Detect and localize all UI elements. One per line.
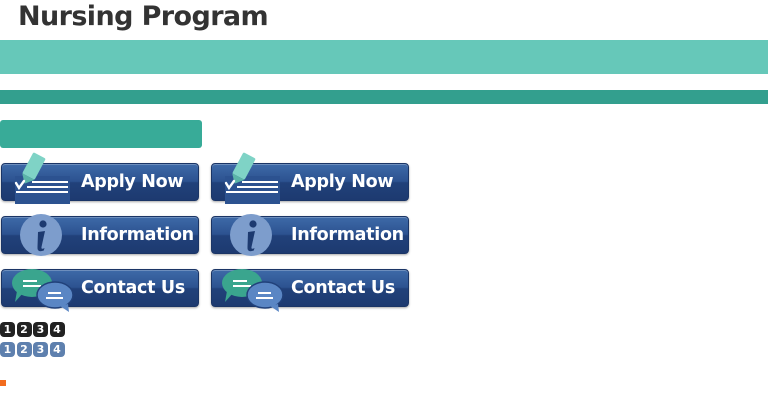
pencil-document-icon — [224, 152, 280, 204]
pencil-document-icon — [14, 152, 70, 204]
page-1-button[interactable]: 1 — [0, 342, 15, 357]
page-2-button[interactable]: 2 — [16, 322, 32, 337]
chat-bubbles-icon — [222, 269, 284, 312]
pagination-blue: 1 2 3 4 — [0, 342, 65, 357]
pagination-dark: 1 2 3 4 — [0, 322, 65, 337]
page-4-button[interactable]: 4 — [49, 322, 65, 337]
chat-bubbles-icon — [12, 269, 74, 312]
apply-now-label: Apply Now — [291, 172, 394, 192]
page-3-button[interactable]: 3 — [33, 322, 48, 337]
info-icon — [20, 214, 62, 256]
contact-us-button-alt[interactable]: Contact Us — [211, 269, 409, 312]
page-2-button[interactable]: 2 — [16, 342, 32, 357]
page-title: Nursing Program — [18, 1, 269, 32]
info-icon — [230, 214, 272, 256]
page-4-button[interactable]: 4 — [49, 342, 65, 357]
page-1-button[interactable]: 1 — [0, 322, 15, 337]
information-label: Information — [81, 225, 194, 245]
header-band-dark — [0, 90, 768, 104]
information-button[interactable]: Information — [1, 214, 199, 256]
apply-now-button-alt[interactable]: Apply Now — [211, 152, 409, 204]
apply-now-label: Apply Now — [81, 172, 184, 192]
information-label: Information — [291, 225, 404, 245]
contact-us-label: Contact Us — [81, 278, 185, 298]
page-3-button[interactable]: 3 — [33, 342, 48, 357]
teal-bar — [0, 120, 202, 148]
information-button-alt[interactable]: Information — [211, 214, 409, 256]
contact-us-label: Contact Us — [291, 278, 395, 298]
contact-us-button[interactable]: Contact Us — [1, 269, 199, 312]
header-band-light — [0, 40, 768, 74]
apply-now-button[interactable]: Apply Now — [1, 152, 199, 204]
orange-marker — [0, 380, 6, 386]
